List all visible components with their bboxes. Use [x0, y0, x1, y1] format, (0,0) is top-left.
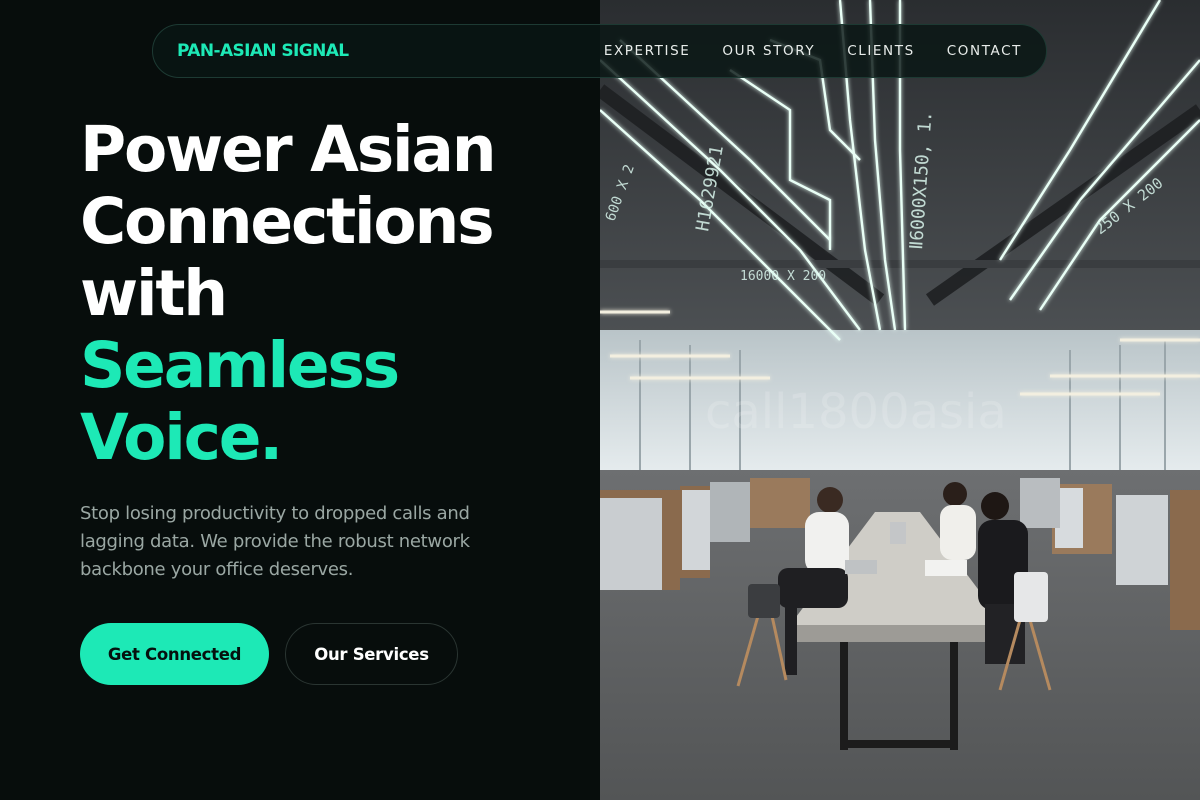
nav-link-contact[interactable]: CONTACT: [947, 43, 1022, 59]
nav-link-expertise[interactable]: EXPERTISE: [604, 43, 691, 59]
headline-line: Connections: [80, 185, 495, 258]
headline-line: with: [80, 257, 228, 330]
get-connected-button[interactable]: Get Connected: [80, 623, 269, 685]
cta-buttons: Get Connected Our Services: [80, 623, 458, 685]
brand-logo[interactable]: PAN-ASIAN SIGNAL: [177, 41, 349, 61]
our-services-button[interactable]: Our Services: [285, 623, 458, 685]
headline-line: Power Asian: [80, 113, 497, 186]
ceiling-text-5: 16000 X 200: [740, 269, 826, 284]
headline-accent-line: Voice.: [80, 401, 283, 474]
hero-headline: Power Asian Connections with Seamless Vo…: [80, 114, 600, 474]
hero-description: Stop losing productivity to dropped call…: [80, 503, 470, 580]
nav-link-clients[interactable]: CLIENTS: [847, 43, 915, 59]
top-navigation: PAN-ASIAN SIGNAL EXPERTISE OUR STORY CLI…: [152, 24, 1047, 78]
office-photo: H1629921 Ⅱ6000X150, 1. 600 X 2 250 X 200…: [600, 0, 1200, 800]
nav-link-our-story[interactable]: OUR STORY: [722, 43, 815, 59]
svg-text:call1800asia: call1800asia: [705, 384, 1007, 440]
nav-links: EXPERTISE OUR STORY CLIENTS CONTACT: [604, 43, 1022, 59]
headline-accent-line: Seamless: [80, 329, 400, 402]
